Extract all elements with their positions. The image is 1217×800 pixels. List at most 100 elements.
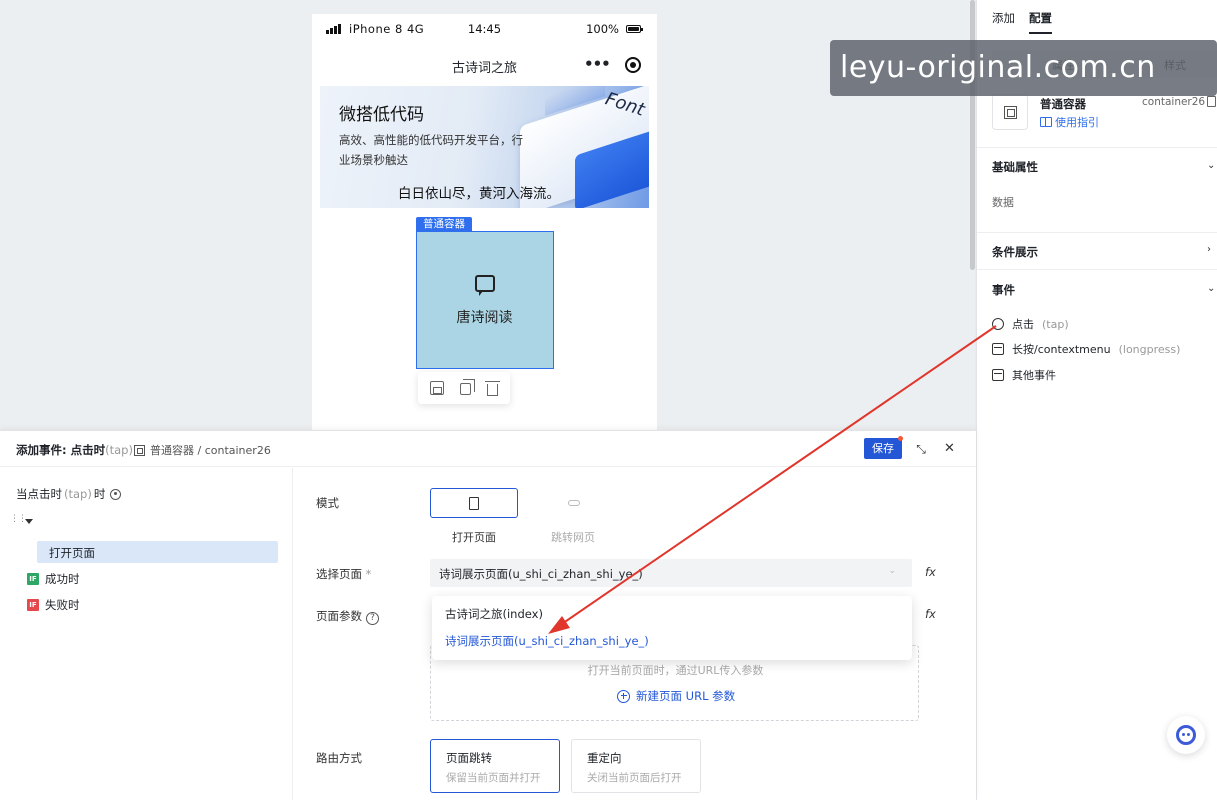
mode-open-page-label: 打开页面 <box>452 531 496 544</box>
section-events[interactable]: 事件 <box>992 282 1015 298</box>
tap-icon <box>992 318 1004 330</box>
mode-label: 模式 <box>316 496 339 510</box>
book-icon <box>1040 117 1052 127</box>
assistant-bot-icon[interactable] <box>1167 716 1205 754</box>
data-label: 数据 <box>992 196 1014 209</box>
banner-image[interactable]: Font 微搭低代码 高效、高性能的低代码开发平台，行业场景秒触达 白日依山尽，… <box>320 86 649 208</box>
chevron-down-icon[interactable]: ⌄ <box>1207 160 1215 171</box>
section-basic-props[interactable]: 基础属性 <box>992 159 1038 175</box>
route-sub: 关闭当前页面后打开 <box>587 772 682 784</box>
add-param-button[interactable]: 新建页面 URL 参数 <box>617 688 735 704</box>
mode-open-url[interactable] <box>529 488 617 518</box>
params-hint: 打开当前页面时，通过URL传入参数 <box>587 664 764 677</box>
help-icon[interactable]: ? <box>366 612 379 625</box>
copy-id-icon[interactable] <box>1207 96 1216 107</box>
watermark: leyu-original.com.cn <box>830 40 1217 96</box>
route-navigate-to[interactable]: 页面跳转 保留当前页面并打开 <box>430 739 560 793</box>
unsaved-dot <box>898 436 903 441</box>
event-longpress[interactable]: 长按/contextmenu (longpress) <box>992 340 1180 358</box>
action-tree: 当点击时 (tap) 时 打开页面 IF 成功时 IF 失败时 <box>0 468 293 800</box>
more-icon[interactable]: ••• <box>584 55 611 73</box>
if-fail-icon: IF <box>27 599 39 611</box>
page-select-label-text: 选择页面 <box>316 567 362 581</box>
save-icon[interactable] <box>430 381 444 395</box>
divider <box>977 269 1217 270</box>
selected-container[interactable]: 唐诗阅读 <box>416 231 554 369</box>
battery-icon <box>626 25 643 33</box>
on-fail-row[interactable]: IF 失败时 <box>27 597 80 613</box>
component-toolbar <box>418 372 510 404</box>
guide-link[interactable]: 使用指引 <box>1040 114 1099 130</box>
banner-title: 微搭低代码 <box>339 105 424 125</box>
drawer-title-sub: (tap) <box>105 443 133 457</box>
trigger-sub: (tap) <box>64 487 92 501</box>
close-miniprogram-icon[interactable] <box>625 57 641 73</box>
component-name: 普通容器 <box>1040 97 1086 111</box>
container-label: 唐诗阅读 <box>456 310 513 326</box>
mode-open-url-label: 跳转网页 <box>551 531 595 544</box>
on-success-row[interactable]: IF 成功时 <box>27 571 80 587</box>
phone-navbar: 古诗词之旅 ••• <box>312 50 657 80</box>
tab-add[interactable]: 添加 <box>992 10 1015 34</box>
document-icon <box>469 497 479 510</box>
chevron-down-icon[interactable]: ⌄ <box>1207 283 1215 294</box>
divider <box>977 147 1217 148</box>
event-sub: (tap) <box>1042 317 1069 331</box>
route-redirect[interactable]: 重定向 关闭当前页面后打开 <box>571 739 701 793</box>
status-bar: iPhone 8 4G 14:45 100% <box>312 14 657 44</box>
expand-icon[interactable]: ⤡ <box>914 442 928 456</box>
page-params-label-text: 页面参数 <box>316 609 362 623</box>
settings-icon[interactable] <box>110 488 122 500</box>
page-params-label: 页面参数? <box>316 608 379 625</box>
if-success-icon: IF <box>27 573 39 585</box>
guide-link-label: 使用指引 <box>1055 116 1099 129</box>
drawer-header: 添加事件: 点击时(tap) 普通容器 / container26 保存 ⤡ ✕ <box>0 431 976 467</box>
page-dropdown: 古诗词之旅(index) 诗词展示页面(u_shi_ci_zhan_shi_ye… <box>432 596 912 660</box>
longpress-icon <box>992 343 1004 355</box>
close-icon[interactable]: ✕ <box>944 441 955 456</box>
link-icon <box>568 500 580 506</box>
page-select-label: 选择页面 * <box>316 566 371 582</box>
dropdown-option-index[interactable]: 古诗词之旅(index) <box>445 606 543 622</box>
action-open-page[interactable]: 打开页面 <box>37 541 278 563</box>
chevron-right-icon[interactable]: › <box>1207 244 1211 255</box>
event-name: 长按/contextmenu <box>1012 343 1111 356</box>
drag-handle-icon[interactable]: ⋮⋮ <box>10 515 27 524</box>
config-panel: 添加 配置 属性 样式 普通容器 container26 使用指引 基础属性 ⌄… <box>976 0 1217 800</box>
action-label: 打开页面 <box>49 546 95 560</box>
save-button[interactable]: 保存 <box>864 438 902 459</box>
on-success-label: 成功时 <box>45 572 80 586</box>
chevron-down-icon: ⌄ <box>888 566 896 576</box>
breadcrumb: 普通容器 / container26 <box>134 442 271 458</box>
dropdown-option-selected[interactable]: 诗词展示页面(u_shi_ci_zhan_shi_ye_) <box>445 633 649 649</box>
event-name: 点击 <box>1012 318 1034 331</box>
component-id: container26 <box>1142 96 1206 108</box>
canvas-area[interactable]: iPhone 8 4G 14:45 100% 古诗词之旅 ••• Font 微搭… <box>0 0 975 430</box>
trigger-suffix: 时 <box>93 487 106 501</box>
drawer-title: 添加事件: 点击时(tap) <box>16 442 133 458</box>
battery-text: 100% <box>586 22 619 36</box>
event-tap[interactable]: 点击 (tap) <box>992 315 1069 333</box>
banner-poem: 白日依山尽，黄河入海流。 <box>398 186 560 202</box>
drawer-title-text: 添加事件: 点击时 <box>16 443 106 457</box>
container-icon <box>992 94 1028 130</box>
fx-icon[interactable]: fx <box>925 607 936 621</box>
route-title: 页面跳转 <box>446 751 492 765</box>
panel-tabs: 添加 配置 <box>992 10 1052 34</box>
section-condition[interactable]: 条件展示 <box>992 244 1038 260</box>
event-other[interactable]: 其他事件 <box>992 366 1056 384</box>
caret-down-icon[interactable] <box>25 519 33 524</box>
copy-icon[interactable] <box>460 379 475 395</box>
calendar-icon <box>992 369 1004 381</box>
tab-config[interactable]: 配置 <box>1029 10 1052 34</box>
page-select[interactable]: 诗词展示页面(u_shi_ci_zhan_shi_ye_) ⌄ <box>430 559 912 587</box>
mode-open-page[interactable] <box>430 488 518 518</box>
container-icon <box>134 444 145 456</box>
trigger-prefix: 当点击时 <box>16 487 62 501</box>
event-sub: (longpress) <box>1118 342 1181 356</box>
selected-component-tag: 普通容器 <box>416 217 472 232</box>
add-param-label: 新建页面 URL 参数 <box>636 689 736 703</box>
chat-icon <box>475 275 495 296</box>
fx-icon[interactable]: fx <box>925 565 936 579</box>
delete-icon[interactable] <box>485 380 500 396</box>
